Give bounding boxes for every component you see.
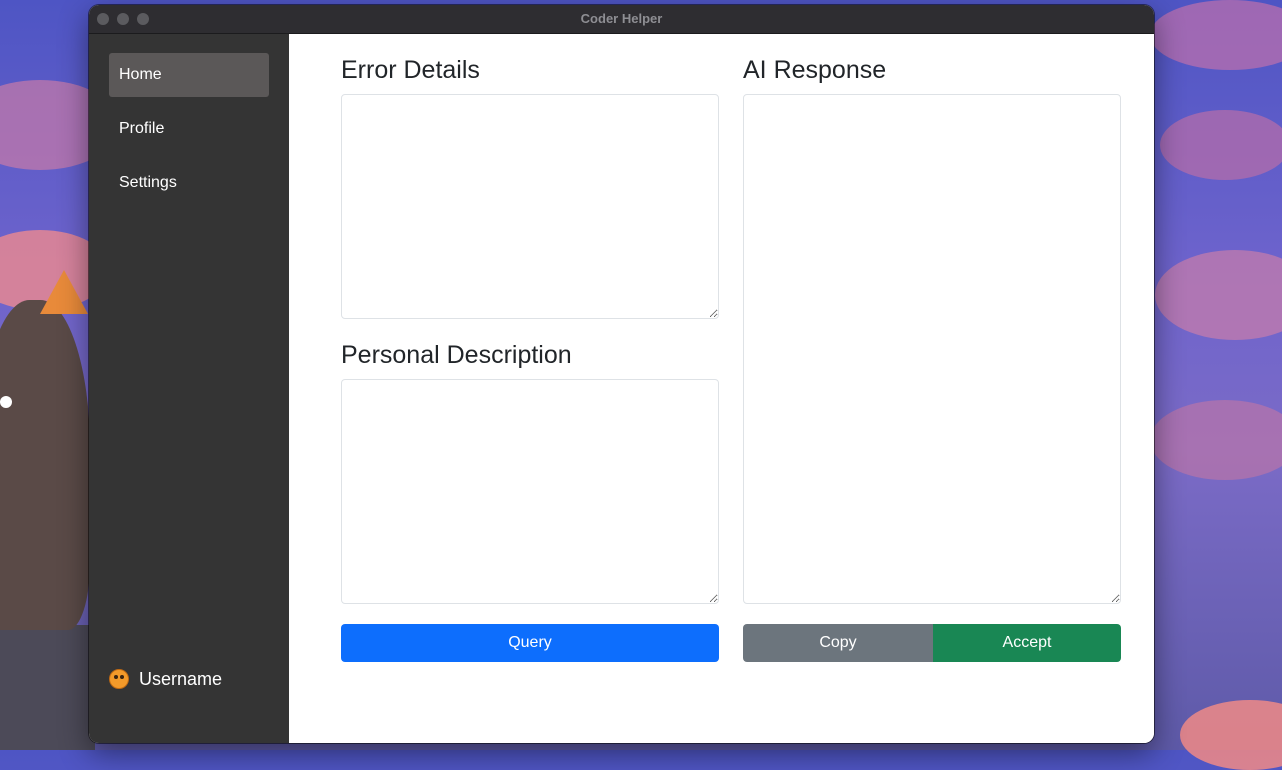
error-details-textarea[interactable]	[341, 94, 719, 319]
wallpaper-cloud	[1150, 400, 1282, 480]
query-button[interactable]: Query	[341, 624, 719, 662]
titlebar: Coder Helper	[89, 5, 1154, 34]
wallpaper-cloud	[1155, 250, 1282, 340]
wallpaper-cloud	[1180, 700, 1282, 770]
sidebar-item-profile[interactable]: Profile	[109, 107, 269, 151]
personal-description-textarea[interactable]	[341, 379, 719, 604]
accept-button[interactable]: Accept	[933, 624, 1121, 662]
error-details-heading: Error Details	[341, 56, 480, 84]
username-label: Username	[139, 668, 223, 689]
wallpaper-cloud	[1150, 0, 1282, 70]
wallpaper-cat-eye	[0, 396, 12, 408]
ai-response-heading: AI Response	[743, 56, 887, 84]
avatar-icon	[109, 669, 129, 689]
main-content: Error Details Personal Description AI Re…	[289, 34, 1154, 743]
window-title: Coder Helper	[580, 11, 663, 26]
app-window: Coder Helper Home Profile Settings Usern…	[89, 5, 1154, 743]
wallpaper-cloud	[1160, 110, 1282, 180]
wallpaper-cat-ear	[40, 270, 88, 314]
sidebar-item-settings[interactable]: Settings	[109, 161, 269, 205]
sidebar-item-home[interactable]: Home	[109, 53, 269, 97]
wallpaper-cat	[0, 300, 90, 630]
wallpaper-ground	[0, 625, 95, 750]
copy-button[interactable]: Copy	[743, 624, 933, 662]
sidebar: Home Profile Settings Username	[89, 34, 289, 743]
personal-description-heading: Personal Description	[341, 341, 572, 369]
user-profile[interactable]: Username	[109, 666, 222, 692]
ai-response-textarea[interactable]	[743, 94, 1121, 604]
